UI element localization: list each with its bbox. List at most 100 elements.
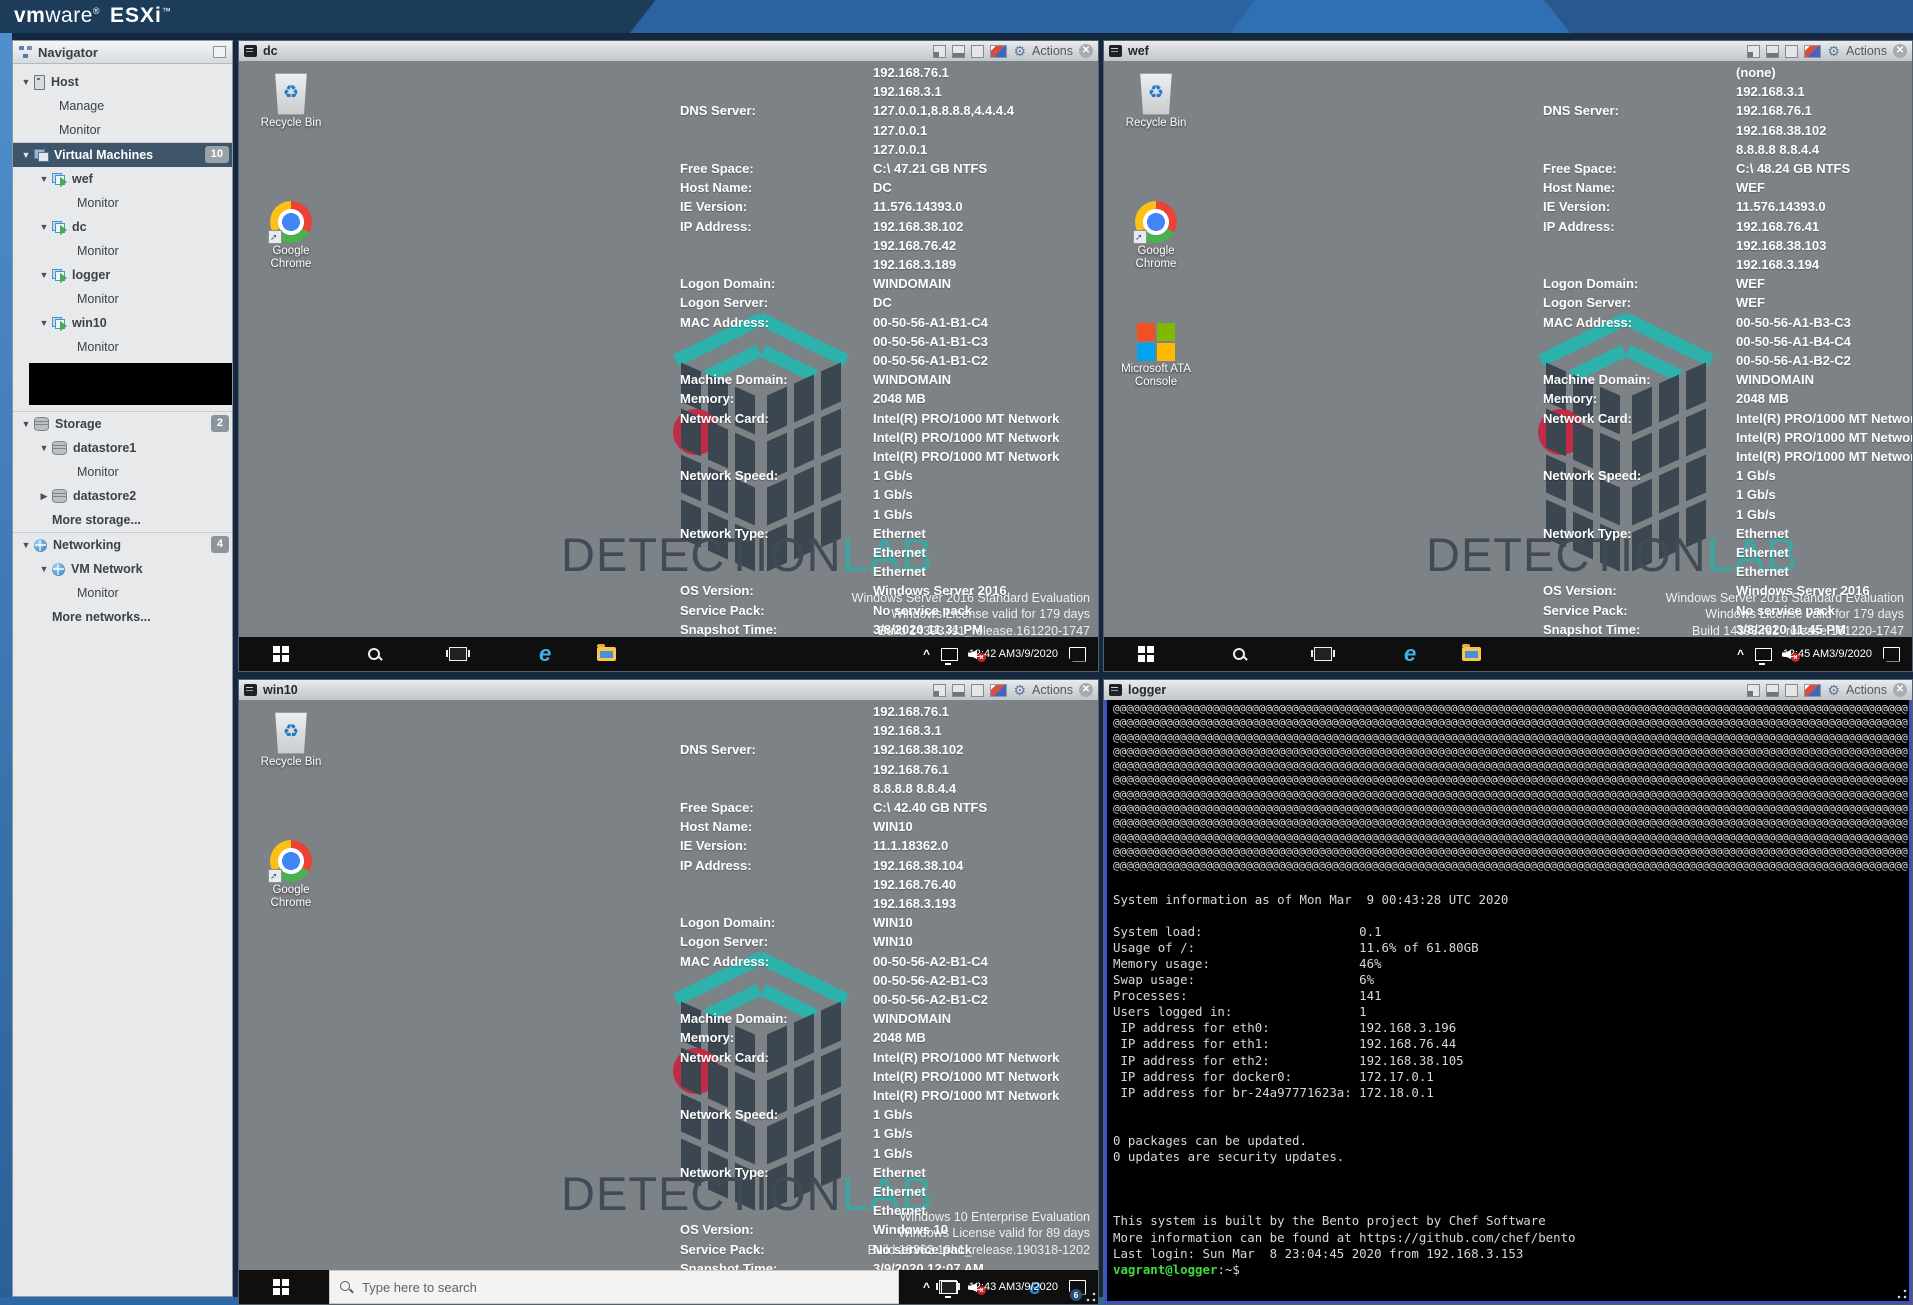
start-button-icon[interactable] xyxy=(1138,646,1154,662)
console-screenshot-icon[interactable] xyxy=(990,684,1007,697)
layout-single-icon[interactable] xyxy=(1747,45,1760,58)
sidebar-item-logger-monitor[interactable]: Monitor xyxy=(13,287,232,311)
vm-panel-title: win10 xyxy=(263,683,933,697)
action-center-icon[interactable] xyxy=(1883,647,1900,662)
chevron-down-icon[interactable]: ▼ xyxy=(39,174,49,184)
chevron-down-icon[interactable]: ▼ xyxy=(39,318,49,328)
tray-chevron-icon[interactable]: ^ xyxy=(1737,647,1744,661)
terminal-banner-block: @@@@@@@@@@@@@@@@@@@@@@@@@@@@@@@@@@@@@@@@… xyxy=(1113,702,1909,874)
sidebar-item-datastore2[interactable]: ▶datastore2 xyxy=(13,484,232,508)
vm-panel-header-win10[interactable]: win10 ⚙ Actions ✕ xyxy=(239,680,1098,701)
chevron-down-icon[interactable]: ▼ xyxy=(39,443,49,453)
layout-full-icon[interactable] xyxy=(1785,45,1798,58)
taskbar-search-input[interactable]: Type here to search xyxy=(329,1270,899,1304)
sidebar-item-host-monitor[interactable]: Monitor xyxy=(13,118,232,142)
network-tray-icon[interactable] xyxy=(941,1281,958,1294)
bginfo-values: 127.0.0.1,8.8.8.8,4.4.4.4127.0.0.1127.0.… xyxy=(873,101,1098,159)
bginfo-label: DNS Server: xyxy=(680,740,873,798)
network-tray-icon[interactable] xyxy=(941,648,958,661)
sidebar-item-dc[interactable]: ▼dc xyxy=(13,215,232,239)
layout-single-icon[interactable] xyxy=(933,684,946,697)
resize-grip[interactable] xyxy=(1086,1292,1096,1302)
close-icon[interactable]: ✕ xyxy=(1079,44,1093,58)
file-explorer-icon[interactable] xyxy=(597,647,616,661)
vm-panel-header-wef[interactable]: wef ⚙ Actions ✕ xyxy=(1104,41,1912,62)
start-button-icon[interactable] xyxy=(273,1279,289,1295)
chevron-down-icon[interactable]: ▼ xyxy=(21,419,31,429)
layout-single-icon[interactable] xyxy=(1747,684,1760,697)
navigator-pin-icon[interactable] xyxy=(213,46,226,58)
bginfo-label: Memory: xyxy=(1543,389,1736,408)
chevron-down-icon[interactable]: ▼ xyxy=(21,540,31,550)
vm-desktop-win10[interactable]: DETECTIONLABRecycle BinGoogle Chrome192.… xyxy=(239,700,1098,1304)
tray-chevron-icon[interactable]: ^ xyxy=(923,647,930,661)
action-center-icon[interactable] xyxy=(1069,647,1086,662)
start-button-icon[interactable] xyxy=(273,646,289,662)
layout-full-icon[interactable] xyxy=(971,45,984,58)
console-screenshot-icon[interactable] xyxy=(1804,684,1821,697)
sidebar-item-datastore1[interactable]: ▼datastore1 xyxy=(13,436,232,460)
search-icon[interactable] xyxy=(367,647,382,662)
layout-split-icon[interactable] xyxy=(952,684,965,697)
resize-grip[interactable] xyxy=(1897,1289,1907,1299)
sidebar-item-host[interactable]: ▼Host xyxy=(13,70,232,94)
sidebar-item-logger[interactable]: ▼logger xyxy=(13,263,232,287)
sidebar-item-datastore1-monitor[interactable]: Monitor xyxy=(13,460,232,484)
chevron-down-icon[interactable]: ▼ xyxy=(39,564,49,574)
close-icon[interactable]: ✕ xyxy=(1893,683,1907,697)
gear-icon[interactable]: ⚙ xyxy=(1827,44,1840,58)
layout-split-icon[interactable] xyxy=(1766,45,1779,58)
sidebar-item-wef[interactable]: ▼wef xyxy=(13,167,232,191)
sidebar-item-win10-monitor[interactable]: Monitor xyxy=(13,335,232,359)
chevron-down-icon[interactable]: ▼ xyxy=(39,222,49,232)
ie-browser-icon[interactable]: e xyxy=(539,643,551,665)
file-explorer-icon[interactable] xyxy=(1462,647,1481,661)
gear-icon[interactable]: ⚙ xyxy=(1013,683,1026,697)
sidebar-item-networking[interactable]: ▼Networking4 xyxy=(13,532,232,557)
sidebar-item-storage[interactable]: ▼Storage2 xyxy=(13,411,232,436)
vm-terminal-logger[interactable]: @@@@@@@@@@@@@@@@@@@@@@@@@@@@@@@@@@@@@@@@… xyxy=(1104,700,1912,1304)
sidebar-item-more-networks[interactable]: More networks... xyxy=(13,605,232,629)
tray-chevron-icon[interactable]: ^ xyxy=(923,1280,930,1294)
chevron-right-icon[interactable]: ▶ xyxy=(39,491,49,502)
search-icon[interactable] xyxy=(1232,647,1247,662)
layout-split-icon[interactable] xyxy=(1766,684,1779,697)
console-screenshot-icon[interactable] xyxy=(990,45,1007,58)
bginfo-value: DC xyxy=(873,178,1098,197)
chevron-down-icon[interactable]: ▼ xyxy=(21,77,31,87)
gear-icon[interactable]: ⚙ xyxy=(1827,683,1840,697)
close-icon[interactable]: ✕ xyxy=(1079,683,1093,697)
layout-single-icon[interactable] xyxy=(933,45,946,58)
sidebar-item-vm-network[interactable]: ▼VM Network xyxy=(13,557,232,581)
sidebar-item-win10[interactable]: ▼win10 xyxy=(13,311,232,335)
vm-desktop-wef[interactable]: DETECTIONLABRecycle BinGoogle ChromeMicr… xyxy=(1104,61,1912,671)
layout-split-icon[interactable] xyxy=(952,45,965,58)
console-screenshot-icon[interactable] xyxy=(1804,45,1821,58)
chevron-down-icon[interactable]: ▼ xyxy=(39,270,49,280)
sidebar-item-vm-network-monitor[interactable]: Monitor xyxy=(13,581,232,605)
layout-full-icon[interactable] xyxy=(1785,684,1798,697)
layout-full-icon[interactable] xyxy=(971,684,984,697)
network-tray-icon[interactable] xyxy=(1755,648,1772,661)
chevron-down-icon[interactable]: ▼ xyxy=(21,150,31,160)
taskbar-clock[interactable]: 12:45 AM3/9/2020 xyxy=(1783,637,1872,671)
vm-panel-header-logger[interactable]: logger ⚙ Actions ✕ xyxy=(1104,680,1912,701)
sidebar-item-more-storage[interactable]: More storage... xyxy=(13,508,232,532)
actions-menu[interactable]: Actions xyxy=(1846,44,1887,58)
vm-panel-header-dc[interactable]: dc ⚙ Actions ✕ xyxy=(239,41,1098,62)
actions-menu[interactable]: Actions xyxy=(1032,44,1073,58)
actions-menu[interactable]: Actions xyxy=(1032,683,1073,697)
ie-browser-icon[interactable]: e xyxy=(1404,643,1416,665)
taskbar-clock[interactable]: 12:42 AM3/9/2020 xyxy=(969,637,1058,671)
sidebar-item-virtual-machines[interactable]: ▼Virtual Machines10 xyxy=(13,142,232,167)
taskbar-clock[interactable]: 12:43 AM3/9/2020 xyxy=(969,1270,1058,1304)
sidebar-item-dc-monitor[interactable]: Monitor xyxy=(13,239,232,263)
sidebar-item-host-manage[interactable]: Manage xyxy=(13,94,232,118)
close-icon[interactable]: ✕ xyxy=(1893,44,1907,58)
vm-desktop-dc[interactable]: DETECTIONLABRecycle BinGoogle Chrome192.… xyxy=(239,61,1098,671)
sidebar-item-wef-monitor[interactable]: Monitor xyxy=(13,191,232,215)
task-view-icon[interactable] xyxy=(449,647,467,661)
gear-icon[interactable]: ⚙ xyxy=(1013,44,1026,58)
actions-menu[interactable]: Actions xyxy=(1846,683,1887,697)
task-view-icon[interactable] xyxy=(1314,647,1332,661)
